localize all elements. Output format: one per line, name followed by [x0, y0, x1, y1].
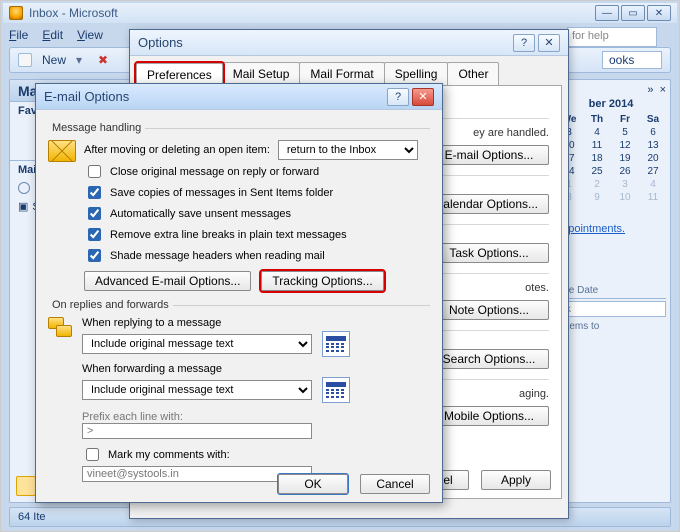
tab-mail-format[interactable]: Mail Format	[299, 62, 384, 85]
main-close-icon[interactable]: ✕	[647, 5, 671, 21]
no-items-text: o items to	[556, 321, 666, 332]
forward-preview-icon	[322, 377, 350, 403]
envelope-icon	[48, 140, 76, 162]
reply-forward-icon	[48, 317, 74, 339]
new-task-input[interactable]: sk	[556, 301, 666, 317]
main-window-title: Inbox - Microsoft	[29, 6, 118, 20]
cb-close-original[interactable]	[88, 165, 101, 178]
cb-save-copies[interactable]	[88, 186, 101, 199]
task-options-button[interactable]: Task Options...	[429, 243, 549, 263]
main-min-icon[interactable]: —	[595, 5, 619, 21]
main-titlebar: Inbox - Microsoft — ▭ ✕	[3, 3, 677, 23]
email-options-close-icon[interactable]: ✕	[412, 88, 434, 106]
email-ok-button[interactable]: OK	[278, 474, 348, 494]
after-move-select[interactable]: return to the Inbox	[278, 140, 418, 160]
mobile-options-button[interactable]: Mobile Options...	[429, 406, 549, 426]
options-apply-button[interactable]: Apply	[481, 470, 551, 490]
mail-module-icon[interactable]	[16, 476, 36, 496]
reply-label: When replying to a message	[82, 317, 430, 329]
note-options-button[interactable]: Note Options...	[429, 300, 549, 320]
status-count: 64 Ite	[18, 511, 46, 523]
forward-label: When forwarding a message	[82, 363, 430, 375]
advanced-email-options-button[interactable]: Advanced E-mail Options...	[84, 271, 251, 291]
menu-view[interactable]: View	[77, 28, 103, 42]
cb-auto-save[interactable]	[88, 207, 101, 220]
main-max-icon[interactable]: ▭	[621, 5, 645, 21]
email-options-dialog: E-mail Options ? ✕ Message handling Afte…	[35, 83, 443, 503]
address-book-box[interactable]: ooks	[602, 51, 662, 69]
replies-forwards-group: On replies and forwards When replying to…	[48, 299, 430, 484]
email-options-help-icon[interactable]: ?	[387, 88, 409, 106]
calendar-month: ber 2014	[556, 98, 666, 110]
menu-edit[interactable]: Edit	[42, 28, 63, 42]
cb-shade-headers[interactable]	[88, 249, 101, 262]
tab-other[interactable]: Other	[447, 62, 499, 85]
search-options-button[interactable]: Search Options...	[429, 349, 549, 369]
prefix-label: Prefix each line with:	[82, 411, 430, 423]
outlook-app-icon	[9, 6, 23, 20]
todo-chevrons[interactable]: »	[647, 84, 653, 96]
options-close-icon[interactable]: ✕	[538, 34, 560, 52]
new-mail-icon[interactable]	[18, 53, 32, 67]
message-handling-legend: Message handling	[48, 122, 145, 134]
new-button-label[interactable]: New	[42, 53, 66, 67]
tab-spelling[interactable]: Spelling	[384, 62, 449, 85]
todo-close-icon[interactable]: ×	[660, 84, 666, 96]
cb-mark-comments[interactable]	[86, 448, 99, 461]
after-move-label: After moving or deleting an open item:	[84, 144, 270, 156]
options-titlebar[interactable]: Options ? ✕	[130, 30, 568, 56]
replies-forwards-legend: On replies and forwards	[48, 299, 173, 311]
cb-remove-breaks[interactable]	[88, 228, 101, 241]
tab-mail-setup[interactable]: Mail Setup	[222, 62, 301, 85]
magnifier-icon	[18, 182, 30, 194]
options-title: Options	[138, 35, 183, 50]
prefix-input	[82, 423, 312, 439]
email-options-titlebar[interactable]: E-mail Options ? ✕	[36, 84, 442, 110]
delete-icon[interactable]: ✖	[98, 53, 108, 67]
email-options-button[interactable]: E-mail Options...	[429, 145, 549, 165]
calendar-grid[interactable]: WeThFrSa 3456 10111213 17181920 24252627…	[556, 114, 666, 203]
todo-bar: » × ber 2014 WeThFrSa 3456 10111213 1718…	[551, 79, 671, 503]
menu-file[interactable]: File	[9, 28, 28, 42]
reply-behavior-select[interactable]: Include original message text	[82, 334, 312, 354]
options-help-icon[interactable]: ?	[513, 34, 535, 52]
message-handling-group: Message handling After moving or deletin…	[48, 122, 430, 293]
forward-behavior-select[interactable]: Include original message text	[82, 380, 312, 400]
email-options-title: E-mail Options	[44, 89, 129, 104]
due-date-header: Due Date	[556, 285, 666, 299]
reply-preview-icon	[322, 331, 350, 357]
options-tabstrip: Preferences Mail Setup Mail Format Spell…	[130, 56, 568, 85]
email-cancel-button[interactable]: Cancel	[360, 474, 430, 494]
tracking-options-button[interactable]: Tracking Options...	[261, 271, 383, 291]
